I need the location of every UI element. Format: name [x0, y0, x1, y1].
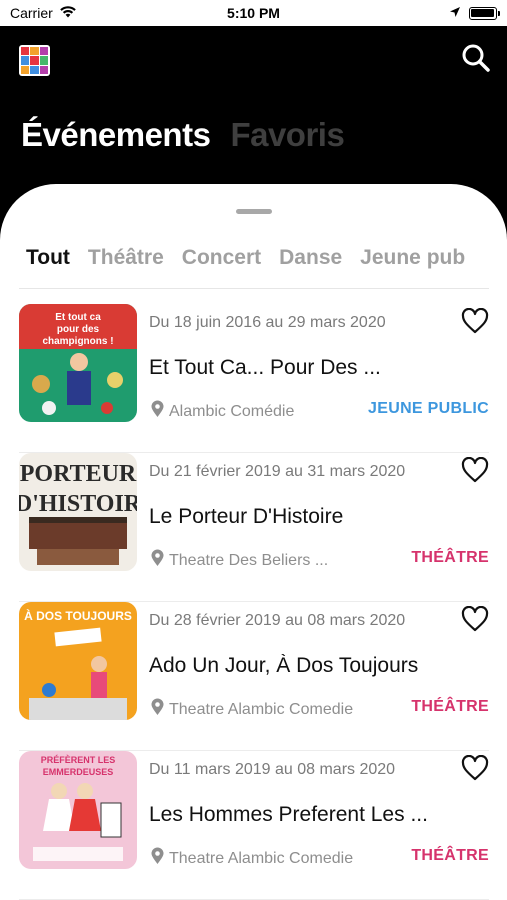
svg-text:À DOS TOUJOURS: À DOS TOUJOURS — [24, 608, 132, 623]
location-pin-icon — [151, 847, 164, 870]
svg-text:PORTEUR: PORTEUR — [20, 461, 137, 487]
event-poster: À DOS TOUJOURS — [19, 602, 137, 720]
search-icon[interactable] — [461, 43, 491, 73]
event-date: Du 21 février 2019 au 31 mars 2020 — [149, 463, 406, 480]
event-date: Du 18 juin 2016 au 29 mars 2020 — [149, 314, 386, 331]
filter-tab-jeune-public[interactable]: Jeune pub — [360, 246, 465, 270]
sheet-grabber[interactable] — [236, 209, 272, 214]
svg-text:pour des: pour des — [57, 324, 100, 335]
battery-icon — [468, 6, 500, 20]
svg-text:champignons !: champignons ! — [42, 336, 113, 347]
divider — [19, 288, 489, 289]
venue-name: Theatre Alambic Comedie — [169, 849, 354, 867]
svg-text:Et tout ca: Et tout ca — [55, 312, 101, 323]
event-title: Et Tout Ca... Pour Des ... — [149, 356, 381, 379]
filter-tab-tout[interactable]: Tout — [26, 246, 70, 270]
svg-text:D'HISTOIR: D'HISTOIR — [19, 491, 137, 517]
event-poster: Et tout ca pour des champignons ! — [19, 304, 137, 422]
category-badge: THÉÂTRE — [411, 847, 489, 864]
app-logo-icon[interactable] — [19, 45, 50, 76]
venue-name: Theatre Des Beliers ... — [169, 551, 329, 569]
event-row[interactable]: PORTEUR D'HISTOIR Du 21 février 2019 au … — [19, 453, 489, 602]
event-title: Le Porteur D'Histoire — [149, 505, 344, 528]
event-poster: PRÉFÈRENT LES EMMERDEUSES — [19, 751, 137, 869]
event-title: Les Hommes Preferent Les ... — [149, 803, 428, 826]
event-venue: Theatre Alambic Comedie — [151, 847, 353, 870]
heart-icon[interactable] — [461, 456, 489, 483]
heart-icon[interactable] — [461, 605, 489, 632]
event-row[interactable]: Et tout ca pour des champignons ! Du 18 … — [19, 304, 489, 453]
event-poster: PORTEUR D'HISTOIR — [19, 453, 137, 571]
event-list: Et tout ca pour des champignons ! Du 18 … — [19, 304, 489, 900]
filter-tab-theatre[interactable]: Théâtre — [88, 246, 164, 270]
svg-text:PRÉFÈRENT LES: PRÉFÈRENT LES — [41, 755, 116, 765]
tab-evenements[interactable]: Événements — [21, 116, 211, 154]
event-venue: Theatre Alambic Comedie — [151, 698, 353, 721]
heart-icon[interactable] — [461, 754, 489, 781]
location-pin-icon — [151, 549, 164, 572]
clock: 5:10 PM — [227, 5, 280, 21]
filter-tab-danse[interactable]: Danse — [279, 246, 342, 270]
event-venue: Alambic Comédie — [151, 400, 294, 423]
app-header: Événements Favoris — [0, 26, 507, 206]
location-arrow-icon — [449, 5, 461, 21]
event-row[interactable]: À DOS TOUJOURS Du 28 février 2019 au 08 … — [19, 602, 489, 751]
location-pin-icon — [151, 698, 164, 721]
category-badge: THÉÂTRE — [411, 549, 489, 566]
category-badge: THÉÂTRE — [411, 698, 489, 715]
status-bar: Carrier 5:10 PM — [0, 0, 507, 26]
filter-tab-concert[interactable]: Concert — [182, 246, 261, 270]
events-sheet: Tout Théâtre Concert Danse Jeune pub Et … — [0, 184, 507, 900]
tab-favoris[interactable]: Favoris — [230, 116, 344, 154]
venue-name: Theatre Alambic Comedie — [169, 700, 354, 718]
event-date: Du 11 mars 2019 au 08 mars 2020 — [149, 761, 396, 778]
venue-name: Alambic Comédie — [169, 402, 295, 420]
event-date: Du 28 février 2019 au 08 mars 2020 — [149, 612, 406, 629]
wifi-icon — [59, 5, 77, 21]
heart-icon[interactable] — [461, 307, 489, 334]
event-venue: Theatre Des Beliers ... — [151, 549, 328, 572]
event-row[interactable]: PRÉFÈRENT LES EMMERDEUSES Du 11 mars 201… — [19, 751, 489, 900]
svg-text:EMMERDEUSES: EMMERDEUSES — [43, 767, 114, 777]
header-tabs: Événements Favoris — [21, 116, 345, 154]
carrier-label: Carrier — [10, 5, 53, 21]
event-title: Ado Un Jour, À Dos Toujours — [149, 654, 419, 677]
category-badge: JEUNE PUBLIC — [368, 400, 489, 417]
filter-tabs: Tout Théâtre Concert Danse Jeune pub — [26, 246, 496, 270]
location-pin-icon — [151, 400, 164, 423]
